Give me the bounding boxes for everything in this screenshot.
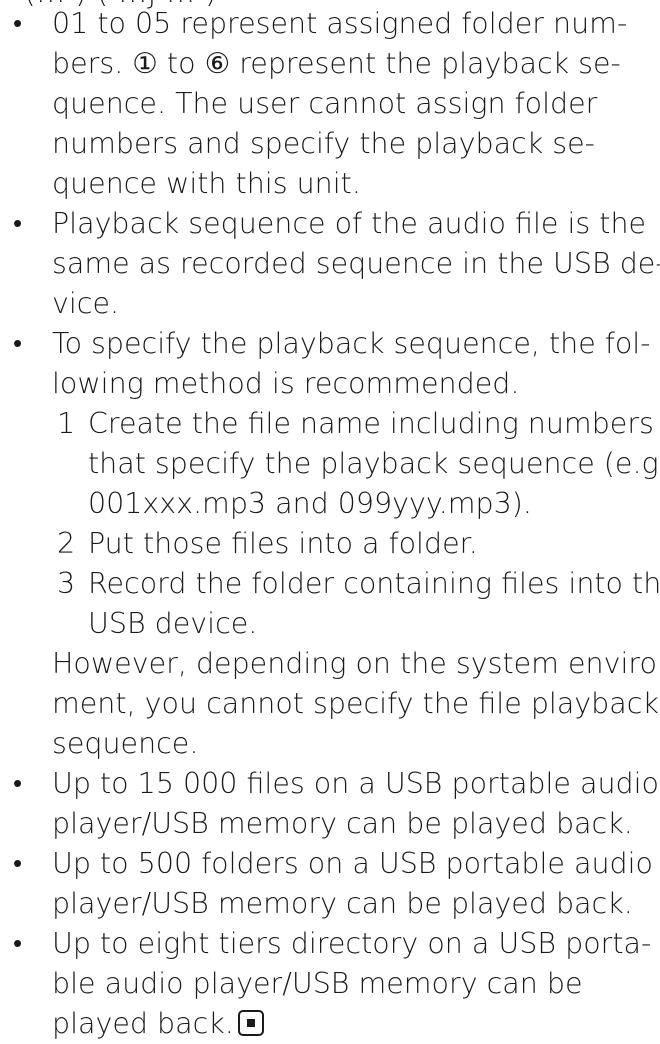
text-line: 001xxx.mp3 and 099yyy.mp3). — [88, 487, 532, 520]
text-line: Record the folder containing files into … — [88, 567, 660, 600]
text-line: quence with this unit. — [52, 167, 361, 200]
section-end-icon — [237, 1010, 264, 1036]
text-line: same as recorded sequence in the USB de- — [52, 247, 660, 280]
text-line: Up to 500 folders on a USB portable audi… — [52, 847, 653, 880]
text-line: Up to 15 000 files on a USB portable aud… — [52, 767, 659, 800]
bullet-icon: • — [13, 209, 23, 239]
text-line: However, depending on the system environ… — [52, 647, 660, 680]
text-line-with-end-mark: played back. — [52, 1004, 652, 1044]
bullet-continuation: However, depending on the system environ… — [0, 644, 660, 764]
bullet-text: Up to eight tiers directory on a USB por… — [52, 924, 652, 1044]
bullet-item-max-files: • Up to 15 000 files on a USB portable a… — [0, 764, 660, 844]
bullet-icon: • — [13, 929, 23, 959]
step-number: 2 — [57, 527, 76, 560]
bullet-item-playback-sequence: • Playback sequence of the audio file is… — [0, 204, 660, 324]
bullet-icon: • — [13, 9, 23, 39]
text-line: player/USB memory can be played back. — [52, 807, 633, 840]
text-line: USB device. — [88, 607, 258, 640]
text-line: ble audio player/USB memory can be — [52, 967, 583, 1000]
numbered-step: 1 Create the file name including numbers… — [0, 404, 660, 524]
text-line: sequence. — [52, 727, 199, 760]
bullet-icon: • — [13, 849, 23, 879]
text-line: lowing method is recommended. — [52, 367, 520, 400]
step-number: 3 — [57, 567, 76, 600]
bullet-list: • 01 to 05 represent assigned folder num… — [0, 4, 660, 1044]
text-line: vice. — [52, 287, 120, 320]
text-line: player/USB memory can be played back. — [52, 887, 633, 920]
bullet-text: 01 to 05 represent assigned folder num- … — [52, 4, 652, 204]
numbered-step: 3 Record the folder containing files int… — [0, 564, 660, 644]
bullet-text: Up to 500 folders on a USB portable audi… — [52, 844, 653, 924]
numbered-step: 2 Put those files into a folder. — [0, 524, 660, 564]
document-page: (… ) ( …j … ) • 01 to 05 represent assig… — [0, 0, 660, 1040]
text-line: bers. ① to ⑥ represent the playback se- — [52, 47, 621, 80]
text-line: 01 to 05 represent assigned folder num- — [52, 7, 628, 40]
bullet-item-directory-tiers: • Up to eight tiers directory on a USB p… — [0, 924, 660, 1044]
bullet-icon: • — [13, 329, 23, 359]
text-line: played back. — [52, 1007, 234, 1040]
text-line: that specify the playback sequence (e.g.… — [88, 447, 660, 480]
text-line: quence. The user cannot assign folder — [52, 87, 598, 120]
bullet-icon: • — [13, 769, 23, 799]
bullet-item-specify-sequence: • To specify the playback sequence, the … — [0, 324, 660, 404]
bullet-text: To specify the playback sequence, the fo… — [52, 324, 652, 404]
text-line: Playback sequence of the audio file is t… — [52, 207, 647, 240]
text-line: Up to eight tiers directory on a USB por… — [52, 927, 652, 960]
bullet-text: Up to 15 000 files on a USB portable aud… — [52, 764, 659, 844]
bullet-text: Playback sequence of the audio file is t… — [52, 204, 660, 324]
bullet-item-folder-numbers: • 01 to 05 represent assigned folder num… — [0, 4, 660, 204]
text-line: Put those files into a folder. — [88, 527, 478, 560]
text-line: numbers and specify the playback se- — [52, 127, 595, 160]
text-line: To specify the playback sequence, the fo… — [52, 327, 651, 360]
text-line: Create the file name including numbers — [88, 407, 654, 440]
bullet-item-max-folders: • Up to 500 folders on a USB portable au… — [0, 844, 660, 924]
step-number: 1 — [57, 407, 76, 440]
text-line: ment, you cannot specify the file playba… — [52, 687, 659, 720]
